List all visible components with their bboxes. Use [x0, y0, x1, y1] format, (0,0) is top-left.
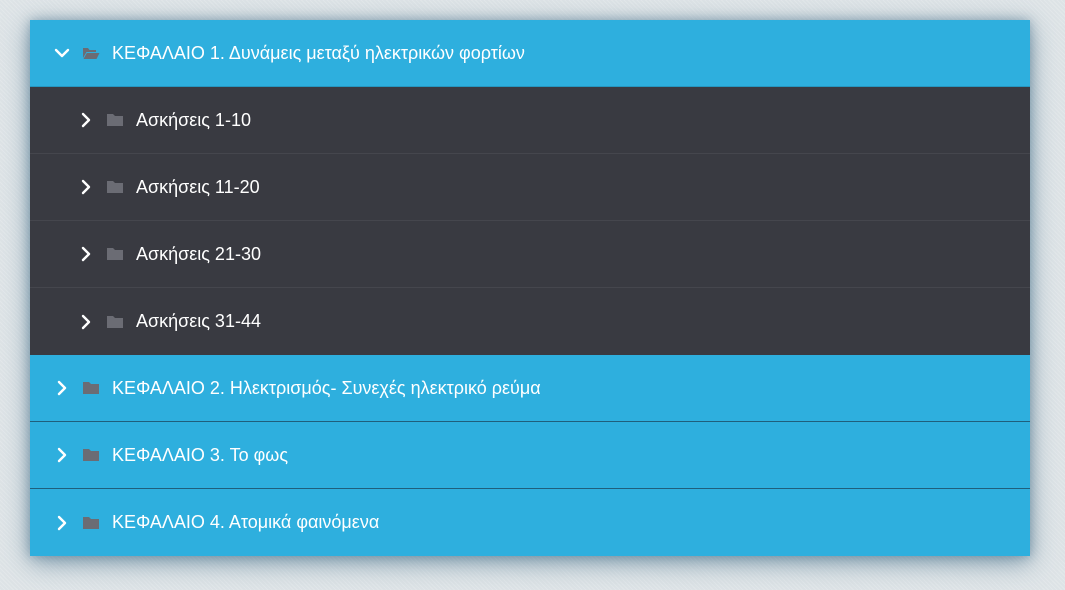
chapter-1-header[interactable]: ΚΕΦΑΛΑΙΟ 1. Δυνάμεις μεταξύ ηλεκτρικών φ…: [30, 20, 1030, 87]
chevron-down-icon: [54, 45, 70, 61]
folder-icon: [82, 447, 100, 463]
folder-icon: [106, 112, 124, 128]
chapter-2-header[interactable]: ΚΕΦΑΛΑΙΟ 2. Ηλεκτρισμός- Συνεχές ηλεκτρι…: [30, 355, 1030, 422]
subitem-label: Ασκήσεις 31-44: [136, 311, 261, 331]
folder-icon: [82, 515, 100, 531]
chapter-4-label: ΚΕΦΑΛΑΙΟ 4. Ατομικά φαινόμενα: [112, 512, 380, 532]
subitem-exercises-1-10[interactable]: Ασκήσεις 1-10: [30, 87, 1030, 154]
chapter-2-label: ΚΕΦΑΛΑΙΟ 2. Ηλεκτρισμός- Συνεχές ηλεκτρι…: [112, 377, 541, 398]
chevron-right-icon: [54, 447, 70, 463]
folder-icon: [106, 179, 124, 195]
folder-open-icon: [82, 45, 100, 61]
chevron-right-icon: [54, 380, 70, 396]
folder-icon: [106, 246, 124, 262]
chapter-3-label: ΚΕΦΑΛΑΙΟ 3. Το φως: [112, 444, 289, 465]
chapter-1-label: ΚΕΦΑΛΑΙΟ 1. Δυνάμεις μεταξύ ηλεκτρικών φ…: [112, 42, 525, 63]
subitem-exercises-21-30[interactable]: Ασκήσεις 21-30: [30, 221, 1030, 288]
chevron-right-icon: [78, 179, 94, 195]
chapter-4-header[interactable]: ΚΕΦΑΛΑΙΟ 4. Ατομικά φαινόμενα: [30, 489, 1030, 556]
page-background: ΚΕΦΑΛΑΙΟ 1. Δυνάμεις μεταξύ ηλεκτρικών φ…: [0, 0, 1065, 590]
folder-icon: [82, 380, 100, 396]
folder-icon: [106, 314, 124, 330]
subitem-label: Ασκήσεις 1-10: [136, 109, 251, 130]
subitem-exercises-11-20[interactable]: Ασκήσεις 11-20: [30, 154, 1030, 221]
chevron-right-icon: [54, 515, 70, 531]
chapter-1-subitems: Ασκήσεις 1-10 Ασκήσεις 11-20 Ασκήσεις 21: [30, 87, 1030, 355]
chevron-right-icon: [78, 314, 94, 330]
chapters-accordion: ΚΕΦΑΛΑΙΟ 1. Δυνάμεις μεταξύ ηλεκτρικών φ…: [30, 20, 1030, 556]
subitem-label: Ασκήσεις 11-20: [136, 176, 260, 197]
subitem-exercises-31-44[interactable]: Ασκήσεις 31-44: [30, 288, 1030, 355]
subitem-label: Ασκήσεις 21-30: [136, 243, 261, 264]
chevron-right-icon: [78, 112, 94, 128]
chevron-right-icon: [78, 246, 94, 262]
chapter-3-header[interactable]: ΚΕΦΑΛΑΙΟ 3. Το φως: [30, 422, 1030, 489]
